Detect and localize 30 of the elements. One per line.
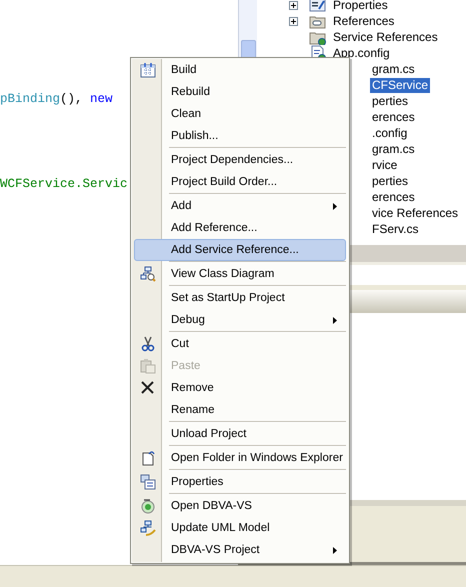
scissors-icon [140,336,156,352]
menu-item[interactable]: Add Service Reference... [134,239,346,261]
tree-item[interactable]: Service References [331,30,440,44]
tree-item[interactable]: perties [370,174,410,188]
code-text: (), [60,92,84,106]
tree-item[interactable]: gram.cs [370,62,417,76]
properties-icon [140,474,156,490]
code-text: WCFService.Servic [0,177,128,191]
tree-item[interactable]: erences [370,190,417,204]
clipboard-icon [140,358,156,374]
tree-item[interactable]: .config [370,126,410,140]
code-text: pBinding [0,92,60,106]
tree-item[interactable]: Properties [331,0,390,12]
class-diagram-icon [140,266,156,282]
tree-item[interactable]: FServ.cs [370,222,420,236]
code-text: new [90,92,113,106]
tree-item[interactable]: vice References [370,206,460,220]
tree-item[interactable]: References [331,14,396,28]
properties-icon [309,0,326,13]
tree-item[interactable]: erences [370,110,417,124]
delete-icon [140,380,156,396]
tree-item[interactable]: perties [370,94,410,108]
tree-item[interactable]: gram.cs [370,142,417,156]
tree-item[interactable]: App.config [331,46,392,60]
tree-item[interactable]: CFService [370,78,430,92]
disc-icon [140,498,156,514]
tree-item[interactable]: rvice [370,158,400,172]
build-icon [140,62,156,78]
document-icon [140,450,156,466]
diagram-icon [140,520,156,536]
